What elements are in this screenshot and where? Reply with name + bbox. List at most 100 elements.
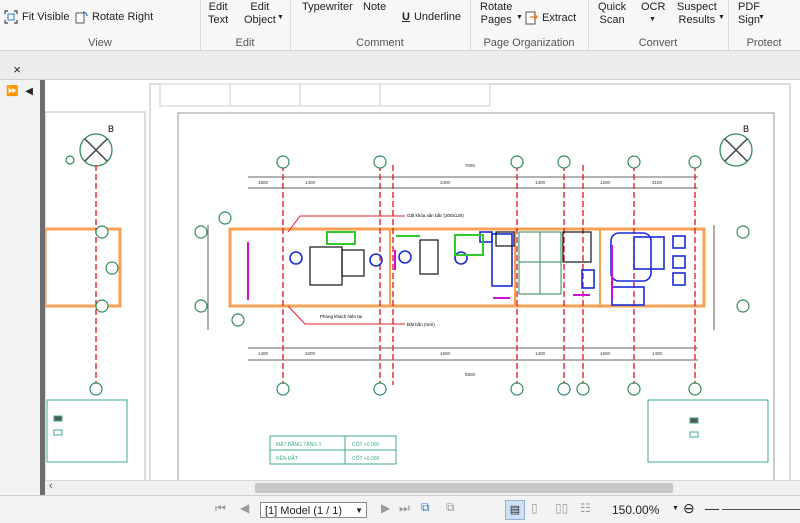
protect-group-label: Protect xyxy=(746,37,782,49)
left-page-border xyxy=(45,111,146,491)
first-page-icon[interactable]: ⏮ xyxy=(215,501,226,516)
extract-icon xyxy=(525,11,538,25)
note-button[interactable]: Note xyxy=(363,1,386,14)
ocr-dropdown-icon: ▼ xyxy=(649,16,656,23)
legend-box-right xyxy=(647,399,769,463)
svg-text:1400: 1400 xyxy=(535,351,546,356)
extract-label: Extract xyxy=(542,12,577,24)
dimension-labels: 1800 1400 2400 1400 1200 3100 1400 1000 … xyxy=(258,163,663,377)
fit-visible-button[interactable]: Fit Visible xyxy=(4,10,69,24)
annotation-note: Đặt bồn (mới) xyxy=(407,322,435,327)
title-block-top xyxy=(159,83,491,107)
furniture xyxy=(289,231,686,306)
horizontal-scroll-thumb[interactable] xyxy=(255,483,673,493)
svg-text:1400: 1400 xyxy=(652,351,663,356)
underline-icon: U xyxy=(402,11,410,23)
zoom-out-icon[interactable]: ⊖ xyxy=(683,500,695,517)
rotate-right-label: Rotate Right xyxy=(92,11,154,23)
edit-object-button[interactable]: Edit Object xyxy=(244,1,276,27)
edit-group-label: Edit xyxy=(235,37,255,49)
horizontal-scrollbar[interactable]: ‹ xyxy=(45,480,800,495)
continuous-view-icon[interactable]: ▯ xyxy=(531,501,538,515)
quick-scan-button[interactable]: Quick Scan xyxy=(598,1,626,27)
page-selector[interactable]: [1] Model (1 / 1) ▼ xyxy=(260,502,367,518)
sheet-title-label: MẶT BẰNG TẦNG 1 xyxy=(276,440,322,448)
main-sheet-border xyxy=(177,112,775,488)
comment-group-label: Comment xyxy=(356,37,404,49)
furniture-black xyxy=(309,231,592,286)
suspect-results-dropdown-icon: ▼ xyxy=(718,14,725,21)
rotate-right-button[interactable]: Rotate Right xyxy=(74,10,153,24)
single-page-view-icon[interactable]: ▤ xyxy=(505,500,525,520)
rotate-pages-button[interactable]: Rotate Pages xyxy=(480,1,512,27)
pdf-sign-button[interactable]: PDF Sign xyxy=(738,1,760,27)
svg-text:3100: 3100 xyxy=(652,180,663,185)
navigation-panel-controls: ⏩ ◀ xyxy=(6,86,33,97)
svg-text:2400: 2400 xyxy=(440,180,451,185)
annotation-note: Gặt khóa sân bắc (300x120) xyxy=(407,212,464,218)
underline-button[interactable]: U Underline xyxy=(402,11,461,23)
wall-outline xyxy=(228,227,706,308)
section-marker xyxy=(105,261,119,275)
suspect-results-button[interactable]: Suspect Results xyxy=(677,1,717,27)
ocr-button[interactable]: OCR xyxy=(641,1,665,14)
zoom-level[interactable]: 150.00% xyxy=(612,503,659,517)
svg-text:1200: 1200 xyxy=(600,180,611,185)
close-tab-icon[interactable]: × xyxy=(4,60,30,80)
continuous-facing-view-icon[interactable]: ☷ xyxy=(580,501,591,515)
page-selector-value: [1] Model (1 / 1) xyxy=(265,505,343,517)
sheet-elevation-label: CỐT +0.000 xyxy=(352,441,380,448)
annotation-note: Phòng khách hiện tại xyxy=(320,314,362,319)
comment-group: Typewriter Note U Underline Comment xyxy=(290,0,471,50)
zoom-slider[interactable]: — xyxy=(705,500,719,516)
svg-text:1400: 1400 xyxy=(258,351,269,356)
svg-text:1400: 1400 xyxy=(305,180,316,185)
underline-label: Underline xyxy=(413,11,462,23)
page-organization-group: Rotate Pages ▼ Extract Page Organization xyxy=(470,0,589,50)
collapse-panel-icon[interactable]: ◀ xyxy=(25,86,33,97)
view-group: Fit Visible Rotate Right View xyxy=(0,0,201,50)
convert-group: Quick Scan OCR ▼ Suspect Results ▼ Conve… xyxy=(588,0,729,50)
svg-text:1600: 1600 xyxy=(600,351,611,356)
fit-visible-label: Fit Visible xyxy=(22,11,70,23)
svg-text:1600: 1600 xyxy=(440,351,451,356)
edit-text-button[interactable]: Edit Text xyxy=(208,1,228,27)
previous-view-icon[interactable]: ⧉ xyxy=(421,500,430,515)
extract-button[interactable]: Extract xyxy=(524,11,576,25)
navigation-panel xyxy=(0,80,41,495)
main-page-border xyxy=(149,83,791,491)
stair xyxy=(518,231,562,295)
scroll-left-icon[interactable]: ‹ xyxy=(49,480,53,492)
svg-text:1000: 1000 xyxy=(305,351,316,356)
pdf-sign-dropdown-icon: ▼ xyxy=(758,14,765,21)
document-tab-bar xyxy=(0,51,800,80)
next-page-icon[interactable]: ▶ xyxy=(381,501,390,515)
facing-view-icon[interactable]: ▯▯ xyxy=(555,501,568,515)
zoom-slider-track[interactable] xyxy=(722,509,800,510)
compass-marker-label: B xyxy=(108,124,114,134)
last-page-icon[interactable]: ⏭ xyxy=(399,501,410,516)
edit-object-dropdown-icon: ▼ xyxy=(277,14,284,21)
compass-marker-label: B xyxy=(743,124,749,134)
svg-text:1400: 1400 xyxy=(535,180,546,185)
section-marker xyxy=(218,211,232,225)
previous-page-icon[interactable]: ◀ xyxy=(240,501,249,515)
page-organization-group-label: Page Organization xyxy=(483,37,575,49)
document-canvas[interactable]: B B Gặt khóa sân bắc (300x120) Phòng khá… xyxy=(45,80,800,495)
compass-marker-cross xyxy=(84,138,108,162)
typewriter-button[interactable]: Typewriter xyxy=(302,1,353,14)
axis-circles xyxy=(65,155,750,396)
edit-group: Edit Text Edit Object ▼ Edit xyxy=(200,0,291,50)
cad-drawing: B B Gặt khóa sân bắc (300x120) Phòng khá… xyxy=(45,83,791,491)
expand-panel-icon[interactable]: ⏩ xyxy=(6,86,18,97)
ribbon: Fit Visible Rotate Right View Edit Text … xyxy=(0,0,800,51)
fit-visible-icon xyxy=(4,10,18,24)
sheet-title-sub: NỀN ĐẤT xyxy=(276,455,298,462)
rotate-right-icon xyxy=(75,11,88,24)
svg-text:1800: 1800 xyxy=(258,180,269,185)
legend-box-left xyxy=(46,399,128,463)
next-view-icon[interactable]: ⧉ xyxy=(446,500,455,515)
compass-marker-cross xyxy=(724,138,748,162)
sheet-elevation-label: CỐT +0.000 xyxy=(352,455,380,462)
zoom-dropdown-icon[interactable]: ▼ xyxy=(672,505,679,512)
